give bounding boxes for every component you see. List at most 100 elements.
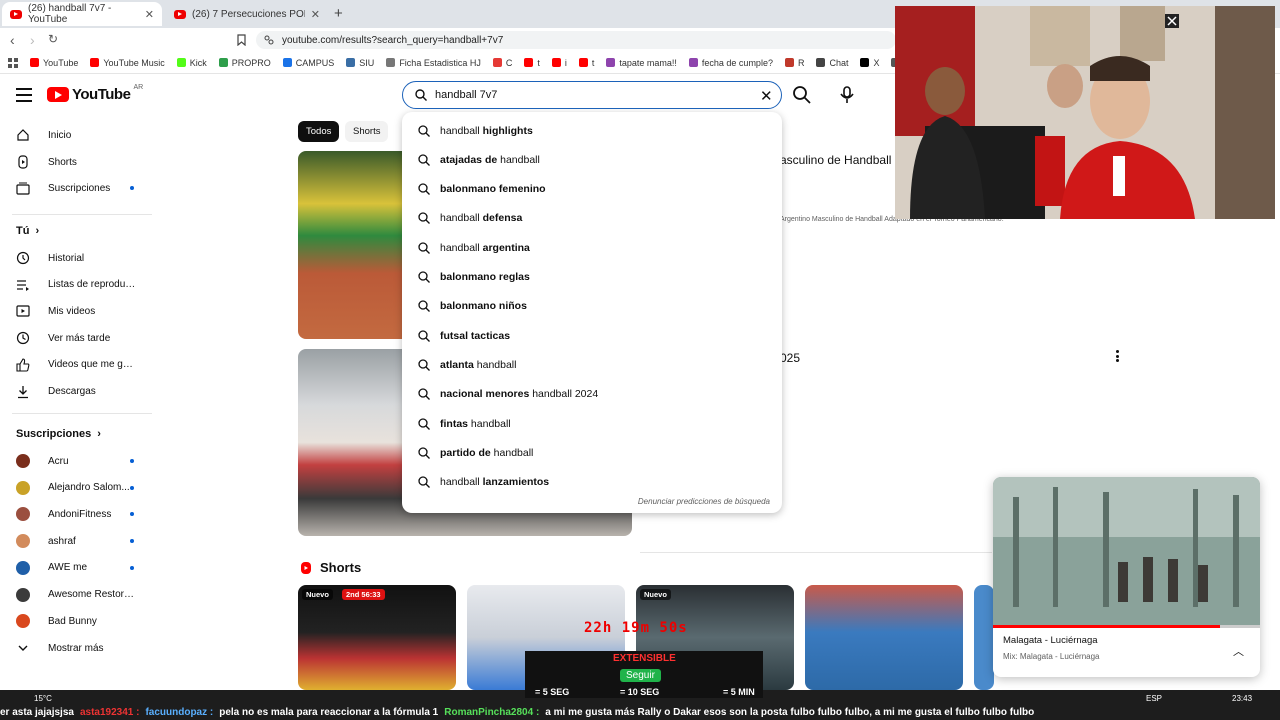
new-tab-button[interactable]: + <box>334 5 343 22</box>
short-card[interactable] <box>805 585 963 690</box>
chip-all[interactable]: Todos <box>298 121 340 142</box>
chat-username: RomanPincha2804 : <box>444 707 540 718</box>
search-suggestion[interactable]: balonmano niños <box>402 292 782 321</box>
clear-search-icon[interactable]: ✕ <box>760 87 773 105</box>
sidebar-subscription-item[interactable]: Acru <box>16 450 144 472</box>
miniplayer-video[interactable] <box>993 477 1260 625</box>
search-suggestion[interactable]: nacional menores handball 2024 <box>402 380 782 409</box>
url-field[interactable]: youtube.com/results?search_query=handbal… <box>256 31 896 49</box>
sidebar-show-more[interactable]: Mostrar más <box>16 637 144 659</box>
my-videos-icon <box>16 304 30 318</box>
chat-username: facuundopaz : <box>145 707 214 718</box>
search-icon <box>418 271 430 283</box>
bookmark-item[interactable]: X <box>860 58 879 68</box>
browser-tab[interactable]: (26) 7 Persecuciones POLICIALES en l ✕ <box>166 2 328 26</box>
divider <box>640 552 992 553</box>
sidebar-item-my-videos[interactable]: Mis videos <box>16 300 144 322</box>
youtube-logo[interactable]: YouTube AR <box>47 84 143 103</box>
chip-shorts[interactable]: Shorts <box>345 121 389 142</box>
sidebar-item-like[interactable]: Videos que me gus... <box>16 354 144 376</box>
search-suggestion[interactable]: handball defensa <box>402 204 782 233</box>
search-suggestion[interactable]: balonmano reglas <box>402 263 782 292</box>
webcam-overlay <box>895 6 1275 219</box>
search-icon <box>418 417 430 430</box>
miniplayer[interactable]: Malagata - Luciérnaga Mix: Malagata - Lu… <box>993 477 1260 677</box>
bookmark-favicon-icon <box>176 58 186 67</box>
bookmark-item[interactable]: YouTube Music <box>90 58 165 68</box>
bookmark-item[interactable]: YouTube <box>30 58 78 68</box>
bookmark-item[interactable]: Kick <box>176 58 207 68</box>
sidebar-item-clock[interactable]: Ver más tarde <box>16 327 144 349</box>
sidebar-section-subscriptions[interactable]: Suscripciones › <box>16 428 101 440</box>
search-suggestion[interactable]: handball highlights <box>402 116 782 145</box>
short-card[interactable]: Nuevo 2nd 56:33 <box>298 585 456 690</box>
sidebar-subscription-item[interactable]: ashraf <box>16 530 144 552</box>
bookmark-item[interactable]: Chat <box>816 58 848 68</box>
short-card[interactable] <box>974 585 994 690</box>
bookmark-item[interactable]: C <box>492 58 512 68</box>
search-suggestion[interactable]: atlanta handball <box>402 350 782 379</box>
sidebar-subscription-item[interactable]: Awesome Restorati... <box>16 584 144 606</box>
search-suggestion[interactable]: balonmano femenino <box>402 175 782 204</box>
bookmark-favicon-icon <box>282 58 292 67</box>
bookmark-item[interactable]: CAMPUS <box>282 58 334 68</box>
chevron-right-icon: › <box>35 225 40 237</box>
sidebar-item-history[interactable]: Historial <box>16 247 144 269</box>
result-title[interactable]: asculino de Handball <box>780 153 891 167</box>
miniplayer-progress-track[interactable] <box>993 625 1260 628</box>
extensible-overlay: EXTENSIBLE Seguir = 5 SEG = 10 SEG = 5 M… <box>525 651 763 698</box>
bookmark-icon[interactable] <box>237 34 246 46</box>
history-icon <box>16 251 30 265</box>
tab-close-icon[interactable]: ✕ <box>311 8 320 21</box>
sidebar-item-home[interactable]: Inicio <box>16 124 144 146</box>
search-suggestion[interactable]: fintas handball <box>402 409 782 438</box>
expand-chevron-icon[interactable]: ︿ <box>1233 643 1244 659</box>
chat-message: pela no es mala para reaccionar a la fór… <box>219 707 439 718</box>
sidebar-subscription-item[interactable]: Alejandro Salom... <box>16 477 144 499</box>
search-suggestion[interactable]: handball lanzamientos <box>402 468 782 497</box>
more-options-icon[interactable] <box>1116 350 1119 364</box>
sidebar-section-you[interactable]: Tú › <box>16 225 39 237</box>
sidebar-item-download[interactable]: Descargas <box>16 381 144 403</box>
bookmark-favicon-icon <box>30 58 39 67</box>
search-button-icon[interactable] <box>792 85 812 105</box>
bookmark-item[interactable]: SIU <box>346 58 374 68</box>
bookmark-item[interactable]: fecha de cumple? <box>688 58 773 68</box>
bookmark-item[interactable]: t <box>524 58 540 68</box>
clock: 23:43 <box>1232 694 1253 703</box>
tab-close-icon[interactable]: ✕ <box>145 8 154 21</box>
browser-tab-active[interactable]: (26) handball 7v7 - YouTube ✕ <box>2 2 162 26</box>
apps-grid-icon[interactable] <box>8 57 18 68</box>
search-suggestion[interactable]: futsal tacticas <box>402 321 782 350</box>
sidebar-subscription-item[interactable]: AndoniFitness <box>16 503 144 525</box>
tab-title: (26) handball 7v7 - YouTube <box>28 3 112 25</box>
forward-arrow-icon[interactable]: › <box>30 32 35 48</box>
bookmark-item[interactable]: R <box>784 58 804 68</box>
menu-hamburger-icon[interactable] <box>16 88 32 106</box>
logo-text: YouTube <box>72 86 131 103</box>
back-arrow-icon[interactable]: ‹ <box>10 32 15 48</box>
reload-icon[interactable]: ↻ <box>48 32 58 46</box>
suggestion-text: handball lanzamientos <box>440 476 550 489</box>
bookmark-item[interactable]: tapate mama!! <box>606 58 677 68</box>
bookmark-item[interactable]: i <box>551 58 567 68</box>
search-box[interactable] <box>402 81 782 109</box>
sidebar-subscription-item[interactable]: AWE me <box>16 557 144 579</box>
search-suggestion[interactable]: partido de handball <box>402 438 782 467</box>
site-settings-icon[interactable] <box>264 35 274 45</box>
search-suggestion[interactable]: handball argentina <box>402 233 782 262</box>
stream-timer: 22h 19m 50s <box>584 620 688 636</box>
sidebar-item-playlist[interactable]: Listas de reproducc... <box>16 274 144 296</box>
sidebar-item-subscriptions[interactable]: Suscripciones <box>16 177 144 199</box>
sidebar-subscription-item[interactable]: Bad Bunny <box>16 610 144 632</box>
sidebar-item-shorts[interactable]: Shorts <box>16 151 144 173</box>
bookmark-item[interactable]: t <box>578 58 594 68</box>
microphone-icon[interactable] <box>838 85 856 105</box>
search-icon <box>418 476 430 489</box>
result-title[interactable]: 025 <box>780 351 800 365</box>
search-input[interactable] <box>435 89 755 101</box>
report-predictions-link[interactable]: Denunciar predicciones de búsqueda <box>638 497 770 506</box>
bookmark-item[interactable]: PROPRO <box>218 58 271 68</box>
search-suggestion[interactable]: atajadas de handball <box>402 145 782 174</box>
bookmark-item[interactable]: Ficha Estadistica HJ <box>386 58 481 68</box>
